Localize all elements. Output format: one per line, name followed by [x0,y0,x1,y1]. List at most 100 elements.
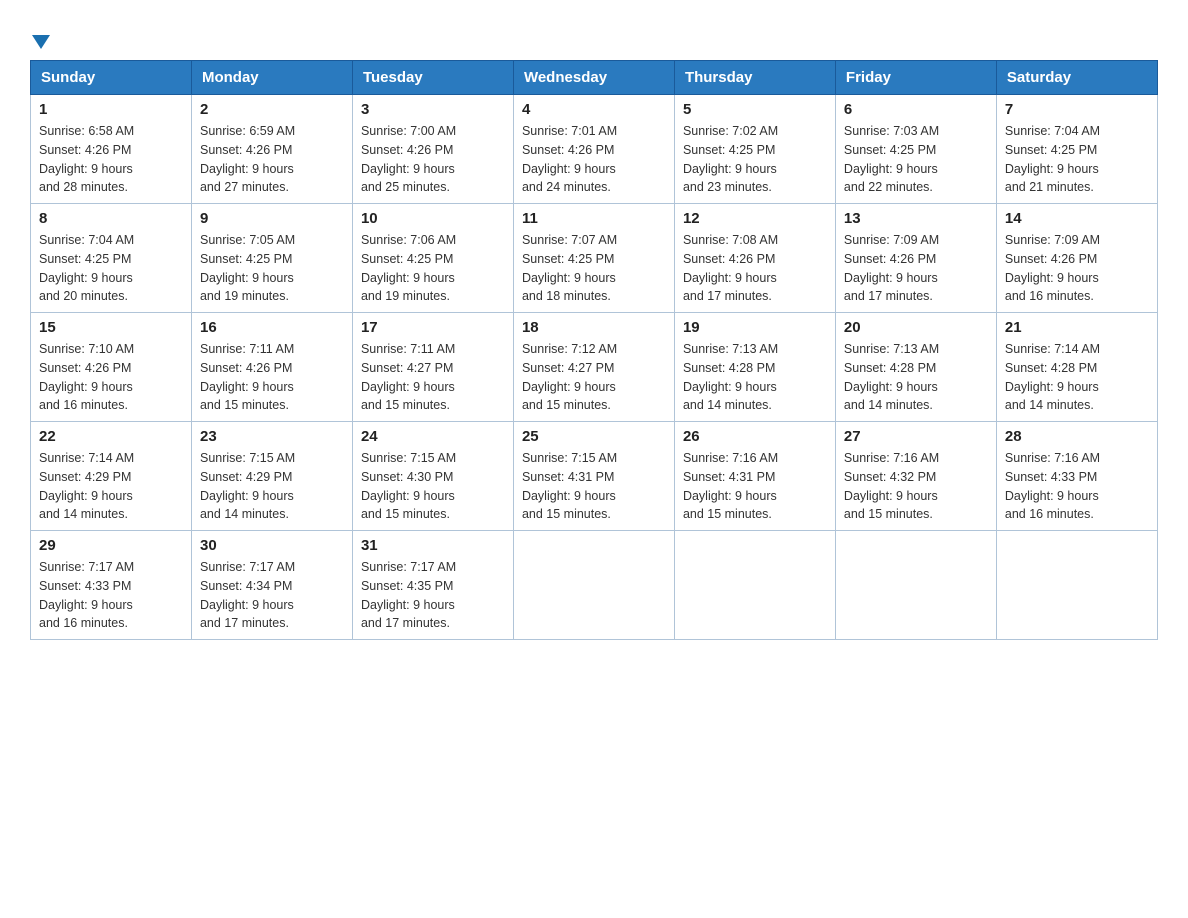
calendar-cell: 11 Sunrise: 7:07 AM Sunset: 4:25 PM Dayl… [513,204,674,313]
calendar-cell: 23 Sunrise: 7:15 AM Sunset: 4:29 PM Dayl… [191,422,352,531]
day-info: Sunrise: 7:17 AM Sunset: 4:35 PM Dayligh… [361,558,505,633]
day-number: 12 [683,210,827,227]
day-info: Sunrise: 7:10 AM Sunset: 4:26 PM Dayligh… [39,340,183,415]
calendar-cell: 2 Sunrise: 6:59 AM Sunset: 4:26 PM Dayli… [191,95,352,204]
day-number: 1 [39,101,183,118]
day-number: 26 [683,428,827,445]
calendar-cell: 13 Sunrise: 7:09 AM Sunset: 4:26 PM Dayl… [835,204,996,313]
calendar-week-row: 15 Sunrise: 7:10 AM Sunset: 4:26 PM Dayl… [31,313,1158,422]
day-number: 10 [361,210,505,227]
day-info: Sunrise: 7:11 AM Sunset: 4:27 PM Dayligh… [361,340,505,415]
day-info: Sunrise: 7:14 AM Sunset: 4:28 PM Dayligh… [1005,340,1149,415]
calendar-week-row: 8 Sunrise: 7:04 AM Sunset: 4:25 PM Dayli… [31,204,1158,313]
day-number: 30 [200,537,344,554]
day-number: 17 [361,319,505,336]
day-info: Sunrise: 7:09 AM Sunset: 4:26 PM Dayligh… [1005,231,1149,306]
day-info: Sunrise: 7:14 AM Sunset: 4:29 PM Dayligh… [39,449,183,524]
day-number: 25 [522,428,666,445]
calendar-cell [674,531,835,640]
logo-general-text [30,28,50,54]
calendar-cell: 6 Sunrise: 7:03 AM Sunset: 4:25 PM Dayli… [835,95,996,204]
day-info: Sunrise: 6:59 AM Sunset: 4:26 PM Dayligh… [200,122,344,197]
calendar-cell: 14 Sunrise: 7:09 AM Sunset: 4:26 PM Dayl… [996,204,1157,313]
day-number: 23 [200,428,344,445]
calendar-cell: 30 Sunrise: 7:17 AM Sunset: 4:34 PM Dayl… [191,531,352,640]
calendar-cell: 21 Sunrise: 7:14 AM Sunset: 4:28 PM Dayl… [996,313,1157,422]
day-number: 5 [683,101,827,118]
day-info: Sunrise: 7:12 AM Sunset: 4:27 PM Dayligh… [522,340,666,415]
header-friday: Friday [835,61,996,95]
day-info: Sunrise: 7:13 AM Sunset: 4:28 PM Dayligh… [844,340,988,415]
calendar-cell [996,531,1157,640]
calendar-cell: 31 Sunrise: 7:17 AM Sunset: 4:35 PM Dayl… [352,531,513,640]
calendar-cell: 26 Sunrise: 7:16 AM Sunset: 4:31 PM Dayl… [674,422,835,531]
day-number: 2 [200,101,344,118]
calendar-week-row: 22 Sunrise: 7:14 AM Sunset: 4:29 PM Dayl… [31,422,1158,531]
calendar-cell: 4 Sunrise: 7:01 AM Sunset: 4:26 PM Dayli… [513,95,674,204]
calendar-cell: 3 Sunrise: 7:00 AM Sunset: 4:26 PM Dayli… [352,95,513,204]
day-info: Sunrise: 6:58 AM Sunset: 4:26 PM Dayligh… [39,122,183,197]
day-info: Sunrise: 7:03 AM Sunset: 4:25 PM Dayligh… [844,122,988,197]
day-number: 15 [39,319,183,336]
day-number: 21 [1005,319,1149,336]
day-info: Sunrise: 7:17 AM Sunset: 4:33 PM Dayligh… [39,558,183,633]
calendar-cell: 8 Sunrise: 7:04 AM Sunset: 4:25 PM Dayli… [31,204,192,313]
day-number: 22 [39,428,183,445]
calendar-cell: 20 Sunrise: 7:13 AM Sunset: 4:28 PM Dayl… [835,313,996,422]
day-number: 11 [522,210,666,227]
calendar-cell: 25 Sunrise: 7:15 AM Sunset: 4:31 PM Dayl… [513,422,674,531]
calendar-cell: 27 Sunrise: 7:16 AM Sunset: 4:32 PM Dayl… [835,422,996,531]
day-info: Sunrise: 7:15 AM Sunset: 4:29 PM Dayligh… [200,449,344,524]
calendar-cell: 10 Sunrise: 7:06 AM Sunset: 4:25 PM Dayl… [352,204,513,313]
day-number: 9 [200,210,344,227]
calendar-cell: 15 Sunrise: 7:10 AM Sunset: 4:26 PM Dayl… [31,313,192,422]
day-number: 4 [522,101,666,118]
day-number: 14 [1005,210,1149,227]
day-number: 20 [844,319,988,336]
day-info: Sunrise: 7:13 AM Sunset: 4:28 PM Dayligh… [683,340,827,415]
logo-triangle-icon [32,35,50,49]
header-monday: Monday [191,61,352,95]
day-info: Sunrise: 7:04 AM Sunset: 4:25 PM Dayligh… [39,231,183,306]
logo [30,20,50,50]
day-info: Sunrise: 7:09 AM Sunset: 4:26 PM Dayligh… [844,231,988,306]
day-info: Sunrise: 7:07 AM Sunset: 4:25 PM Dayligh… [522,231,666,306]
calendar-cell: 7 Sunrise: 7:04 AM Sunset: 4:25 PM Dayli… [996,95,1157,204]
day-info: Sunrise: 7:16 AM Sunset: 4:33 PM Dayligh… [1005,449,1149,524]
day-number: 6 [844,101,988,118]
day-info: Sunrise: 7:00 AM Sunset: 4:26 PM Dayligh… [361,122,505,197]
calendar-cell: 19 Sunrise: 7:13 AM Sunset: 4:28 PM Dayl… [674,313,835,422]
day-info: Sunrise: 7:08 AM Sunset: 4:26 PM Dayligh… [683,231,827,306]
header-wednesday: Wednesday [513,61,674,95]
calendar-cell: 5 Sunrise: 7:02 AM Sunset: 4:25 PM Dayli… [674,95,835,204]
day-number: 19 [683,319,827,336]
calendar-cell: 12 Sunrise: 7:08 AM Sunset: 4:26 PM Dayl… [674,204,835,313]
day-info: Sunrise: 7:15 AM Sunset: 4:30 PM Dayligh… [361,449,505,524]
calendar-cell: 29 Sunrise: 7:17 AM Sunset: 4:33 PM Dayl… [31,531,192,640]
day-number: 16 [200,319,344,336]
day-number: 27 [844,428,988,445]
calendar-cell [835,531,996,640]
day-info: Sunrise: 7:17 AM Sunset: 4:34 PM Dayligh… [200,558,344,633]
header-saturday: Saturday [996,61,1157,95]
day-info: Sunrise: 7:06 AM Sunset: 4:25 PM Dayligh… [361,231,505,306]
day-number: 28 [1005,428,1149,445]
calendar-header-row: SundayMondayTuesdayWednesdayThursdayFrid… [31,61,1158,95]
day-info: Sunrise: 7:15 AM Sunset: 4:31 PM Dayligh… [522,449,666,524]
calendar-cell: 18 Sunrise: 7:12 AM Sunset: 4:27 PM Dayl… [513,313,674,422]
calendar-table: SundayMondayTuesdayWednesdayThursdayFrid… [30,60,1158,640]
calendar-cell: 1 Sunrise: 6:58 AM Sunset: 4:26 PM Dayli… [31,95,192,204]
calendar-cell: 17 Sunrise: 7:11 AM Sunset: 4:27 PM Dayl… [352,313,513,422]
day-number: 31 [361,537,505,554]
calendar-week-row: 29 Sunrise: 7:17 AM Sunset: 4:33 PM Dayl… [31,531,1158,640]
header-thursday: Thursday [674,61,835,95]
day-number: 8 [39,210,183,227]
day-number: 3 [361,101,505,118]
day-number: 24 [361,428,505,445]
day-info: Sunrise: 7:04 AM Sunset: 4:25 PM Dayligh… [1005,122,1149,197]
day-number: 29 [39,537,183,554]
day-info: Sunrise: 7:11 AM Sunset: 4:26 PM Dayligh… [200,340,344,415]
day-info: Sunrise: 7:05 AM Sunset: 4:25 PM Dayligh… [200,231,344,306]
page-header [30,20,1158,50]
header-tuesday: Tuesday [352,61,513,95]
